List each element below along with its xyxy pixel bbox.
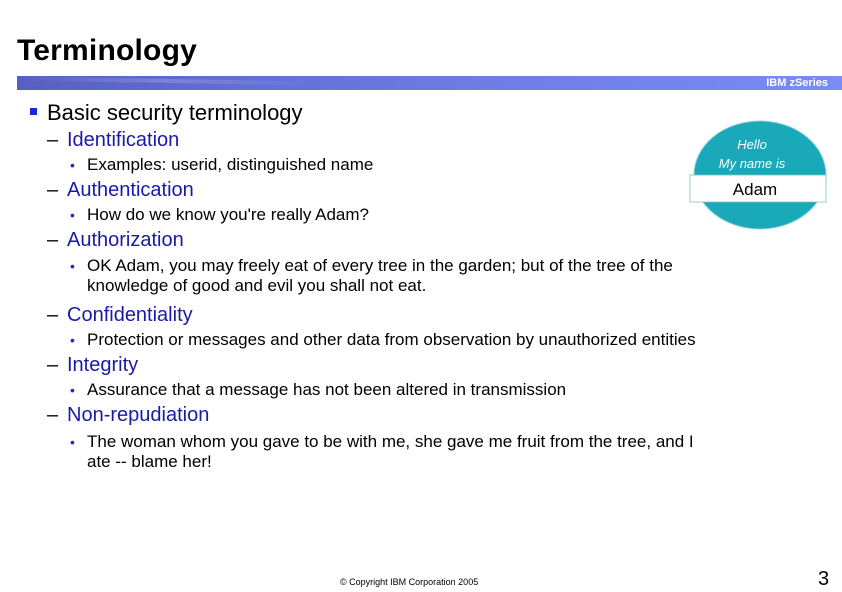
term-authentication: – Authentication [47, 179, 194, 202]
term-label: Integrity [67, 354, 139, 376]
term-detail: • Examples: userid, distinguished name [70, 155, 373, 175]
term-identification: – Identification [47, 129, 179, 152]
term-detail: • Protection or messages and other data f… [70, 330, 696, 350]
detail-text: How do we know you're really Adam? [87, 205, 369, 224]
term-label: Non-repudiation [67, 404, 210, 426]
dash-bullet-icon: – [47, 179, 59, 201]
dot-bullet-icon: • [70, 434, 75, 450]
copyright-footer: © Copyright IBM Corporation 2005 [340, 577, 479, 587]
square-bullet-icon [30, 108, 37, 115]
detail-text: OK Adam, you may freely eat of every tre… [87, 256, 673, 275]
dash-bullet-icon: – [47, 404, 59, 426]
dash-bullet-icon: – [47, 304, 59, 326]
name-tag-name: Adam [733, 180, 777, 199]
term-detail: • How do we know you're really Adam? [70, 205, 369, 225]
dot-bullet-icon: • [70, 207, 75, 223]
term-non-repudiation: – Non-repudiation [47, 404, 209, 427]
brand-label: IBM zSeries [766, 77, 828, 89]
term-label: Confidentiality [67, 304, 193, 326]
term-detail: • The woman whom you gave to be with me, … [70, 432, 694, 472]
term-authorization: – Authorization [47, 229, 184, 252]
dot-bullet-icon: • [70, 382, 75, 398]
term-confidentiality: – Confidentiality [47, 304, 193, 327]
name-tag-graphic: Hello My name is Adam [689, 120, 827, 230]
section-heading: Basic security terminology [47, 100, 303, 125]
term-label: Identification [67, 129, 180, 151]
dash-bullet-icon: – [47, 129, 59, 151]
detail-text: Examples: userid, distinguished name [87, 155, 374, 174]
detail-text: Assurance that a message has not been al… [87, 380, 567, 399]
term-integrity: – Integrity [47, 354, 138, 377]
page-number: 3 [818, 568, 830, 590]
detail-text: The woman whom you gave to be with me, s… [87, 432, 694, 451]
detail-text-continued: knowledge of good and evil you shall not… [87, 276, 427, 295]
detail-text-continued: ate -- blame her! [87, 452, 212, 471]
dot-bullet-icon: • [70, 258, 75, 274]
term-label: Authorization [67, 229, 184, 251]
dash-bullet-icon: – [47, 354, 59, 376]
term-label: Authentication [67, 179, 194, 201]
detail-text: Protection or messages and other data fr… [87, 330, 696, 349]
term-detail: • OK Adam, you may freely eat of every tr… [70, 256, 673, 296]
header-banner: IBM zSeries [17, 76, 842, 90]
dash-bullet-icon: – [47, 229, 59, 251]
dot-bullet-icon: • [70, 332, 75, 348]
name-tag-my-name-is: My name is [719, 156, 786, 171]
dot-bullet-icon: • [70, 157, 75, 173]
term-detail: • Assurance that a message has not been a… [70, 380, 566, 400]
slide-title: Terminology [17, 34, 197, 67]
name-tag-hello: Hello [737, 137, 767, 152]
